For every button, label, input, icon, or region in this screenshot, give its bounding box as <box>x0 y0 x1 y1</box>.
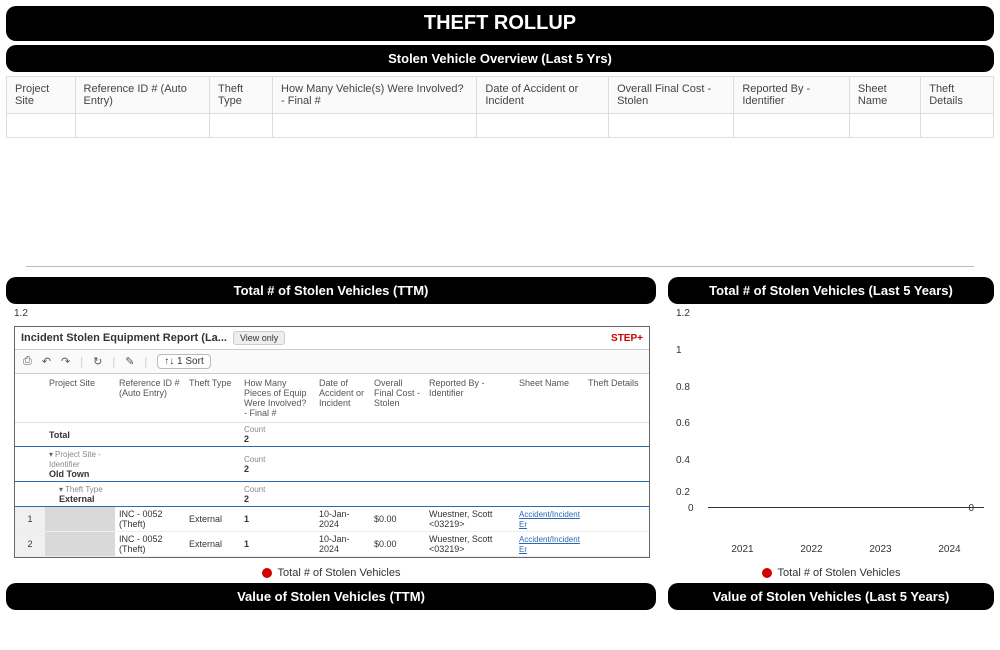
refresh-icon[interactable]: ↻ <box>93 355 102 368</box>
sheet-link[interactable]: Accident/Incident Er <box>519 510 580 529</box>
chart-5yr-x-axis: 20212022 20232024 <box>668 538 994 555</box>
print-icon[interactable]: ⎙ <box>23 355 32 368</box>
rpt-col-site[interactable]: Project Site <box>45 374 115 423</box>
undo-icon[interactable]: ↶ <box>42 355 51 368</box>
chart-5yr-title: Total # of Stolen Vehicles (Last 5 Years… <box>668 277 994 304</box>
table-row[interactable]: 1 INC - 0052 (Theft) External 1 10-Jan-2… <box>15 507 649 532</box>
overview-title: Stolen Vehicle Overview (Last 5 Yrs) <box>6 45 994 72</box>
rpt-col-pieces[interactable]: How Many Pieces of Equip Were Involved? … <box>240 374 315 423</box>
col-vehicles-involved[interactable]: How Many Vehicle(s) Were Involved? - Fin… <box>273 77 477 114</box>
chart-ttm-legend: Total # of Stolen Vehicles <box>6 555 656 583</box>
brand-logo: STEP+ <box>611 333 643 344</box>
data-label: 0 <box>968 503 974 514</box>
chart-ttm-area: 1.2 Incident Stolen Equipment Report (La… <box>6 308 656 538</box>
table-row[interactable] <box>7 114 994 138</box>
rpt-col-type[interactable]: Theft Type <box>185 374 240 423</box>
chart-5yr-area: 1.2 1 0.8 0.6 0.4 0.2 0 0 <box>668 308 994 538</box>
report-title: Incident Stolen Equipment Report (La... <box>21 332 227 344</box>
rpt-col-ref[interactable]: Reference ID # (Auto Entry) <box>115 374 185 423</box>
incident-report-panel[interactable]: Incident Stolen Equipment Report (La... … <box>14 326 650 558</box>
rpt-col-date[interactable]: Date of Accident or Incident <box>315 374 370 423</box>
col-reference-id[interactable]: Reference ID # (Auto Entry) <box>75 77 209 114</box>
chart-ttm-title: Total # of Stolen Vehicles (TTM) <box>6 277 656 304</box>
report-toolbar: ⎙ ↶ ↷ | ↻ | ✎ | ↑↓ 1 Sort <box>15 350 649 374</box>
sort-button[interactable]: ↑↓ 1 Sort <box>157 354 210 369</box>
y-axis-top: 1.2 <box>14 308 28 319</box>
col-theft-type[interactable]: Theft Type <box>210 77 273 114</box>
col-theft-details[interactable]: Theft Details <box>921 77 994 114</box>
rpt-col-cost[interactable]: Overall Final Cost - Stolen <box>370 374 425 423</box>
legend-dot-icon <box>762 568 772 578</box>
page-title: THEFT ROLLUP <box>6 6 994 41</box>
group-type[interactable]: ▾Theft TypeExternal Count2 <box>15 482 649 507</box>
legend-dot-icon <box>262 568 272 578</box>
col-final-cost[interactable]: Overall Final Cost - Stolen <box>609 77 734 114</box>
view-only-badge: View only <box>233 331 285 345</box>
overview-table: Project Site Reference ID # (Auto Entry)… <box>6 76 994 138</box>
highlight-icon[interactable]: ✎ <box>125 355 134 368</box>
group-site[interactable]: ▾Project Site - IdentifierOld Town Count… <box>15 447 649 482</box>
col-reported-by[interactable]: Reported By - Identifier <box>734 77 850 114</box>
rpt-col-sheet[interactable]: Sheet Name <box>515 374 584 423</box>
redo-icon[interactable]: ↷ <box>61 355 70 368</box>
rpt-col-details[interactable]: Theft Details <box>584 374 649 423</box>
chart-5yr-legend: Total # of Stolen Vehicles <box>668 555 994 583</box>
rpt-col-reporter[interactable]: Reported By - Identifier <box>425 374 515 423</box>
value-5yr-title: Value of Stolen Vehicles (Last 5 Years) <box>668 583 994 610</box>
report-table: Project Site Reference ID # (Auto Entry)… <box>15 374 649 557</box>
group-total[interactable]: Total Count2 <box>15 423 649 447</box>
value-ttm-title: Value of Stolen Vehicles (TTM) <box>6 583 656 610</box>
table-row[interactable]: 2 INC - 0052 (Theft) External 1 10-Jan-2… <box>15 532 649 557</box>
col-sheet-name[interactable]: Sheet Name <box>849 77 920 114</box>
sheet-link[interactable]: Accident/Incident Er <box>519 535 580 554</box>
divider <box>26 266 974 267</box>
col-date[interactable]: Date of Accident or Incident <box>477 77 609 114</box>
col-project-site[interactable]: Project Site <box>7 77 76 114</box>
